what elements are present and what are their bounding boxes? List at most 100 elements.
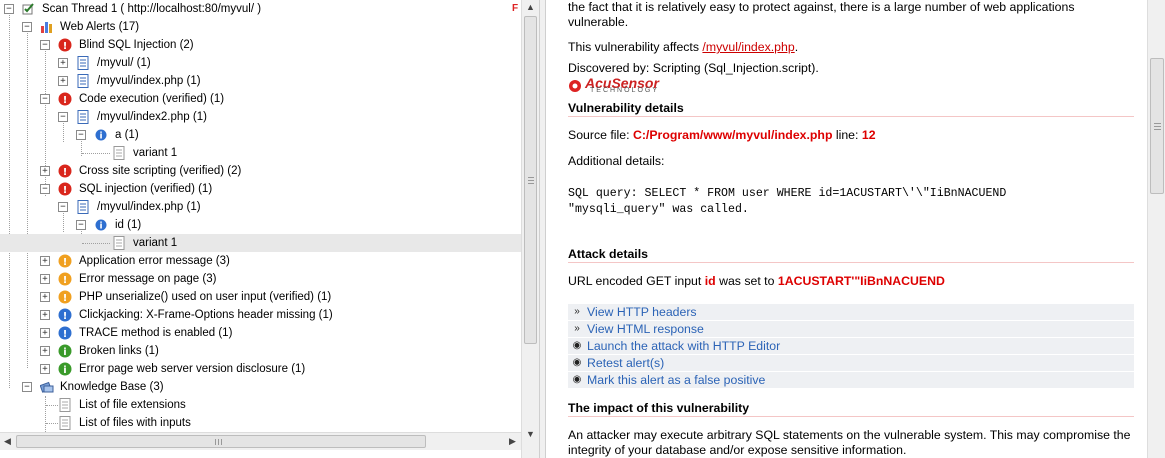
info-icon: i: [95, 129, 107, 142]
svg-text:i: i: [63, 365, 66, 376]
scroll-up-icon[interactable]: ▲: [523, 0, 538, 15]
alerts-tree[interactable]: − Scan Thread 1 ( http://localhost:80/my…: [0, 0, 521, 432]
tree-label: id (1): [115, 219, 142, 231]
launch-http-editor-link[interactable]: ◉ Launch the attack with HTTP Editor: [568, 338, 1134, 354]
expand-icon[interactable]: +: [40, 166, 50, 176]
tree-node-variant[interactable]: variant 1: [0, 144, 521, 162]
page-icon: [77, 110, 89, 124]
high-severity-icon: !: [58, 164, 72, 178]
bar-chart-icon: [41, 22, 52, 33]
tree-label: PHP unserialize() used on user input (ve…: [79, 291, 332, 303]
tree-node-scan-thread[interactable]: − Scan Thread 1 ( http://localhost:80/my…: [0, 0, 521, 18]
document-icon: [113, 236, 125, 250]
tree-node-alert[interactable]: + ! Error message on page (3): [0, 270, 521, 288]
tree-node-alert[interactable]: − ! Code execution (verified) (1): [0, 90, 521, 108]
scroll-thumb[interactable]: [16, 435, 426, 448]
discovered-by: Discovered by: Scripting (Sql_Injection.…: [568, 61, 819, 75]
tree-node-variant-selected[interactable]: variant 1: [0, 234, 521, 252]
tree-horizontal-scrollbar[interactable]: ◀ ▶: [0, 432, 521, 450]
intro-text: vulnerable.: [568, 15, 629, 29]
tree-node-alert[interactable]: + ! Application error message (3): [0, 252, 521, 270]
tree-node-path[interactable]: − /myvul/index.php (1): [0, 198, 521, 216]
details-vertical-scrollbar[interactable]: [1147, 0, 1165, 458]
expand-icon[interactable]: +: [40, 328, 50, 338]
tree-node-alert[interactable]: + ! Cross site scripting (verified) (2): [0, 162, 521, 180]
collapse-icon[interactable]: −: [40, 184, 50, 194]
svg-text:!: !: [63, 293, 68, 304]
medium-severity-icon: !: [58, 254, 72, 268]
tree-node-kb-item[interactable]: List of files with inputs: [0, 414, 521, 432]
collapse-icon[interactable]: −: [40, 94, 50, 104]
tree-node-knowledge-base[interactable]: − Knowledge Base (3): [0, 378, 521, 396]
expand-icon[interactable]: +: [40, 364, 50, 374]
document-icon: [59, 416, 71, 430]
tree-node-path[interactable]: + /myvul/index.php (1): [0, 72, 521, 90]
collapse-icon[interactable]: −: [22, 382, 32, 392]
svg-text:!: !: [63, 185, 68, 196]
tree-node-alert[interactable]: + i Broken links (1): [0, 342, 521, 360]
page-icon: [77, 56, 89, 70]
section-title-attack-details: Attack details: [568, 247, 648, 261]
svg-text:i: i: [99, 132, 102, 142]
tree-node-path[interactable]: − /myvul/index2.php (1): [0, 108, 521, 126]
expand-icon[interactable]: +: [58, 76, 68, 86]
section-divider: [568, 116, 1134, 117]
expand-icon[interactable]: +: [40, 292, 50, 302]
scroll-thumb[interactable]: [524, 16, 537, 344]
high-severity-icon: !: [58, 38, 72, 52]
low-severity-icon: !: [58, 326, 72, 340]
tree-label: /myvul/index2.php (1): [97, 111, 207, 123]
filter-indicator: F: [512, 3, 519, 14]
expand-icon[interactable]: +: [40, 274, 50, 284]
svg-text:!: !: [63, 167, 68, 178]
tree-node-param[interactable]: − i id (1): [0, 216, 521, 234]
tree-label: variant 1: [133, 147, 178, 159]
tree-vertical-scrollbar[interactable]: ▲ ▼: [521, 0, 539, 458]
collapse-icon[interactable]: −: [40, 40, 50, 50]
collapse-icon[interactable]: −: [4, 4, 14, 14]
expand-icon[interactable]: +: [40, 310, 50, 320]
additional-details-label: Additional details:: [568, 154, 665, 168]
page-icon: [77, 74, 89, 88]
tree-node-alert[interactable]: + i Error page web server version disclo…: [0, 360, 521, 378]
tree-node-path[interactable]: + /myvul/ (1): [0, 54, 521, 72]
tree-node-alert[interactable]: + ! PHP unserialize() used on user input…: [0, 288, 521, 306]
collapse-icon[interactable]: −: [22, 22, 32, 32]
collapse-icon[interactable]: −: [58, 202, 68, 212]
section-divider: [568, 262, 1134, 263]
tree-node-alert[interactable]: + ! TRACE method is enabled (1): [0, 324, 521, 342]
tree-node-web-alerts[interactable]: − Web Alerts (17): [0, 18, 521, 36]
tree-guide: [82, 243, 110, 244]
tree-node-alert[interactable]: − ! SQL injection (verified) (1): [0, 180, 521, 198]
scroll-left-icon[interactable]: ◀: [0, 434, 15, 449]
tree-label: Scan Thread 1 ( http://localhost:80/myvu…: [42, 3, 262, 15]
tree-label: Web Alerts (17): [60, 21, 140, 33]
collapse-icon[interactable]: −: [58, 112, 68, 122]
mark-false-positive-link[interactable]: ◉ Mark this alert as a false positive: [568, 372, 1134, 388]
tree-node-alert[interactable]: − ! Blind SQL Injection (2): [0, 36, 521, 54]
document-icon: [113, 146, 125, 160]
intro-text: the fact that it is relatively easy to p…: [568, 0, 1075, 14]
svg-text:!: !: [63, 95, 68, 106]
tree-node-kb-item[interactable]: List of file extensions: [0, 396, 521, 414]
scroll-thumb[interactable]: [1150, 58, 1164, 194]
affected-file-link[interactable]: /myvul/index.php: [702, 40, 794, 54]
svg-text:!: !: [63, 275, 68, 286]
tree-label: TRACE method is enabled (1): [79, 327, 233, 339]
view-http-headers-link[interactable]: » View HTTP headers: [568, 304, 1134, 320]
expand-icon[interactable]: +: [58, 58, 68, 68]
tree-label: Error message on page (3): [79, 273, 217, 285]
scroll-right-icon[interactable]: ▶: [505, 434, 520, 449]
tree-label: List of file extensions: [79, 399, 186, 411]
retest-alerts-link[interactable]: ◉ Retest alert(s): [568, 355, 1134, 371]
double-chevron-icon: »: [574, 306, 580, 317]
view-html-response-link[interactable]: » View HTML response: [568, 321, 1134, 337]
expand-icon[interactable]: +: [40, 256, 50, 266]
tree-node-alert[interactable]: + ! Clickjacking: X-Frame-Options header…: [0, 306, 521, 324]
acusensor-logo-icon: [569, 80, 581, 92]
expand-icon[interactable]: +: [40, 346, 50, 356]
collapse-icon[interactable]: −: [76, 220, 86, 230]
collapse-icon[interactable]: −: [76, 130, 86, 140]
scroll-down-icon[interactable]: ▼: [523, 427, 538, 442]
tree-node-param[interactable]: − i a (1): [0, 126, 521, 144]
